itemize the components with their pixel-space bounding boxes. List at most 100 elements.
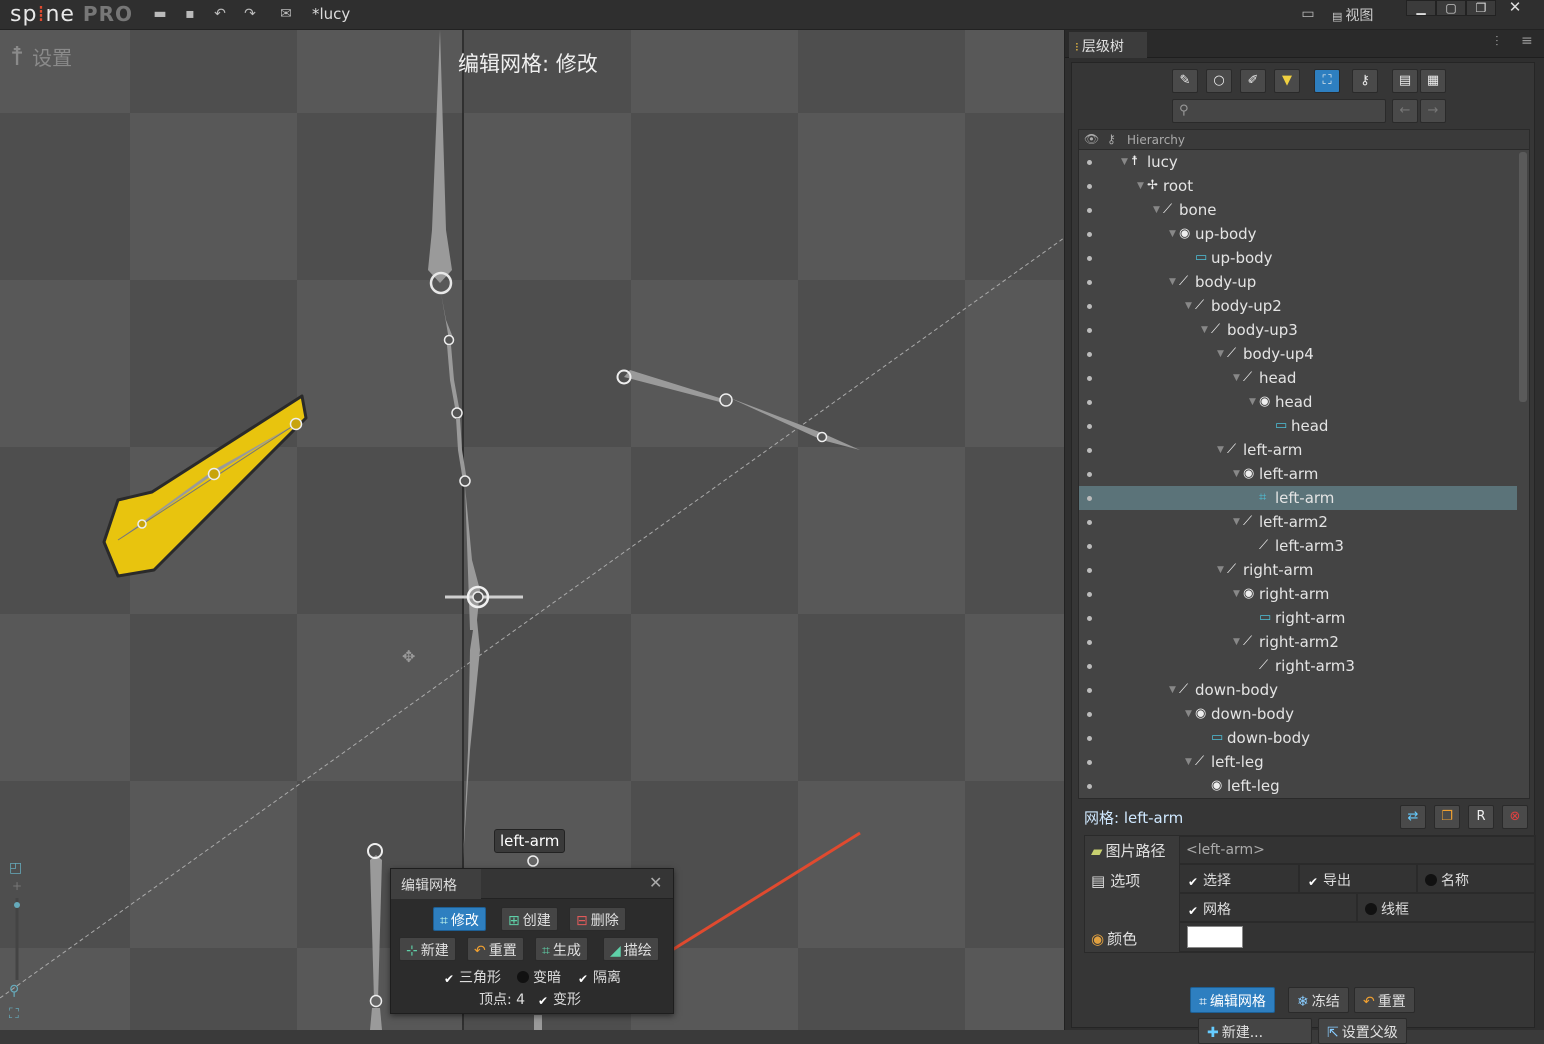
visibility-dot[interactable]: [1087, 232, 1092, 237]
pencil-icon[interactable]: ✐: [1240, 69, 1266, 93]
tree-row[interactable]: ▼ ☨ lucy: [1079, 150, 1517, 174]
open-folder-icon[interactable]: ▬: [152, 6, 168, 22]
import-icon[interactable]: ✉: [278, 6, 294, 22]
tree-row[interactable]: ▼ ⟋ left-leg: [1079, 750, 1517, 774]
visibility-dot[interactable]: [1087, 376, 1092, 381]
tree-row[interactable]: ⟋ left-arm3: [1079, 534, 1517, 558]
visibility-dot[interactable]: [1087, 184, 1092, 189]
expand-arrow-icon[interactable]: ▼: [1169, 678, 1176, 702]
tree-row[interactable]: ⌗ left-arm: [1079, 486, 1517, 510]
select-checkbox[interactable]: ✔ 选择: [1187, 870, 1231, 890]
close-icon[interactable]: ✕: [1500, 0, 1530, 16]
tree-row[interactable]: ▼ ⟋ right-arm2: [1079, 630, 1517, 654]
rename-icon[interactable]: R: [1468, 805, 1494, 829]
prev-arrow-icon[interactable]: ←: [1392, 99, 1418, 123]
expand-arrow-icon[interactable]: ▼: [1233, 510, 1240, 534]
visibility-dot[interactable]: [1087, 640, 1092, 645]
expand-arrow-icon[interactable]: ▼: [1121, 150, 1128, 174]
expand-arrow-icon[interactable]: ▼: [1169, 270, 1176, 294]
visibility-dot[interactable]: [1087, 664, 1092, 669]
freeze-button[interactable]: ❄ 冻结: [1288, 987, 1349, 1013]
visibility-dot[interactable]: [1087, 496, 1092, 501]
expand-arrow-icon[interactable]: ▼: [1169, 222, 1176, 246]
tree-row[interactable]: ▭ right-arm: [1079, 606, 1517, 630]
wireframe-checkbox[interactable]: 线框: [1365, 899, 1409, 919]
print-icon[interactable]: ▭: [1300, 6, 1316, 22]
isolate-checkbox[interactable]: ✔ 隔离: [577, 967, 621, 987]
expand-arrow-icon[interactable]: ▼: [1217, 438, 1224, 462]
visibility-dot[interactable]: [1087, 328, 1092, 333]
mesh-checkbox[interactable]: ✔ 网格: [1187, 899, 1231, 919]
restore-icon[interactable]: ❐: [1466, 0, 1496, 16]
collapse-icon[interactable]: ▤: [1392, 69, 1418, 93]
visibility-dot[interactable]: [1087, 352, 1092, 357]
expand-arrow-icon[interactable]: ▼: [1185, 294, 1192, 318]
trace-button[interactable]: ◢ 描绘: [603, 937, 659, 961]
visibility-dot[interactable]: [1087, 400, 1092, 405]
expand-arrow-icon[interactable]: ▼: [1201, 318, 1208, 342]
new-dropdown-button[interactable]: ✚ 新建...: [1198, 1018, 1312, 1044]
new-button[interactable]: ⊹ 新建: [399, 937, 456, 961]
key-icon[interactable]: ⚷: [1352, 69, 1378, 93]
visibility-dot[interactable]: [1087, 688, 1092, 693]
visibility-dot[interactable]: [1087, 712, 1092, 717]
viewport[interactable]: ✥ ◰ + ⚲ ⛶ ☨ 设置 编辑网格: 修改 left-arm 编辑网格 ✕ ⌗…: [0, 30, 1064, 1030]
expand-arrow-icon[interactable]: ▼: [1217, 342, 1224, 366]
tree-row[interactable]: ▼ ⟋ body-up3: [1079, 318, 1517, 342]
tree-row[interactable]: ▼ ⟋ right-arm: [1079, 558, 1517, 582]
settings-sliders-icon[interactable]: ⫶: [1495, 34, 1499, 50]
tree-row[interactable]: ▼ ⟋ body-up: [1079, 270, 1517, 294]
redo-icon[interactable]: ↷: [242, 6, 258, 22]
view-menu[interactable]: ▤ 视图: [1332, 5, 1373, 25]
eye-icon[interactable]: 👁: [1084, 132, 1099, 146]
visibility-dot[interactable]: [1087, 592, 1092, 597]
expand-arrow-icon[interactable]: ▼: [1185, 750, 1192, 774]
search-input[interactable]: ⚲: [1172, 99, 1386, 123]
tree-row[interactable]: ▼ ◉ down-body: [1079, 702, 1517, 726]
name-checkbox[interactable]: 名称: [1425, 870, 1469, 890]
expand-icon[interactable]: ▦: [1420, 69, 1446, 93]
menu-icon[interactable]: ≡: [1521, 33, 1533, 49]
edit-mesh-button[interactable]: ⌗ 编辑网格: [1190, 987, 1275, 1013]
visibility-dot[interactable]: [1087, 280, 1092, 285]
visibility-dot[interactable]: [1087, 544, 1092, 549]
visibility-dot[interactable]: [1087, 520, 1092, 525]
expand-arrow-icon[interactable]: ▼: [1233, 366, 1240, 390]
visibility-dot[interactable]: [1087, 256, 1092, 261]
visibility-dot[interactable]: [1087, 760, 1092, 765]
tree-row[interactable]: ▼ ⟋ head: [1079, 366, 1517, 390]
tree-row[interactable]: ▼ ✢ root: [1079, 174, 1517, 198]
settings-label[interactable]: ☨ 设置: [10, 42, 72, 72]
expand-arrow-icon[interactable]: ▼: [1137, 174, 1144, 198]
focus-icon[interactable]: ⛶: [1314, 69, 1340, 93]
tree-row[interactable]: ▼ ◉ up-body: [1079, 222, 1517, 246]
reset-button[interactable]: ↶ 重置: [467, 937, 524, 961]
tree-row[interactable]: ▼ ⟋ left-arm: [1079, 438, 1517, 462]
export-checkbox[interactable]: ✔ 导出: [1307, 870, 1351, 890]
visibility-dot[interactable]: [1087, 304, 1092, 309]
tree-row[interactable]: ▭ down-body: [1079, 726, 1517, 750]
visibility-dot[interactable]: [1087, 208, 1092, 213]
visibility-dot[interactable]: [1087, 784, 1092, 789]
tree-row[interactable]: ▼ ◉ left-arm: [1079, 462, 1517, 486]
save-icon[interactable]: ▪: [182, 6, 198, 22]
triangles-checkbox[interactable]: ✔ 三角形: [443, 967, 501, 987]
visibility-dot[interactable]: [1087, 568, 1092, 573]
maximize-icon[interactable]: ▢: [1436, 0, 1466, 16]
next-arrow-icon[interactable]: →: [1420, 99, 1446, 123]
expand-arrow-icon[interactable]: ▼: [1217, 558, 1224, 582]
copy-icon[interactable]: ❐: [1434, 805, 1460, 829]
hierarchy-tree[interactable]: 👁 ⚷ Hierarchy ▼ ☨ lucy ▼ ✢ root ▼ ⟋ bone ▼ ◉ up-bod…: [1078, 129, 1530, 799]
modify-button[interactable]: ⌗ 修改: [433, 907, 486, 931]
filter-icon[interactable]: ▼: [1274, 69, 1300, 93]
expand-arrow-icon[interactable]: ▼: [1249, 390, 1256, 414]
visibility-dot[interactable]: [1087, 616, 1092, 621]
tree-scrollbar[interactable]: [1519, 152, 1527, 402]
visibility-dot[interactable]: [1087, 448, 1092, 453]
close-icon[interactable]: ✕: [649, 873, 662, 892]
delete-icon[interactable]: ⊗: [1502, 805, 1528, 829]
expand-arrow-icon[interactable]: ▼: [1233, 582, 1240, 606]
tree-row[interactable]: ◉ left-leg: [1079, 774, 1517, 798]
tree-row[interactable]: ▼ ⟋ bone: [1079, 198, 1517, 222]
set-parent-button[interactable]: ⇱ 设置父级: [1318, 1018, 1407, 1044]
